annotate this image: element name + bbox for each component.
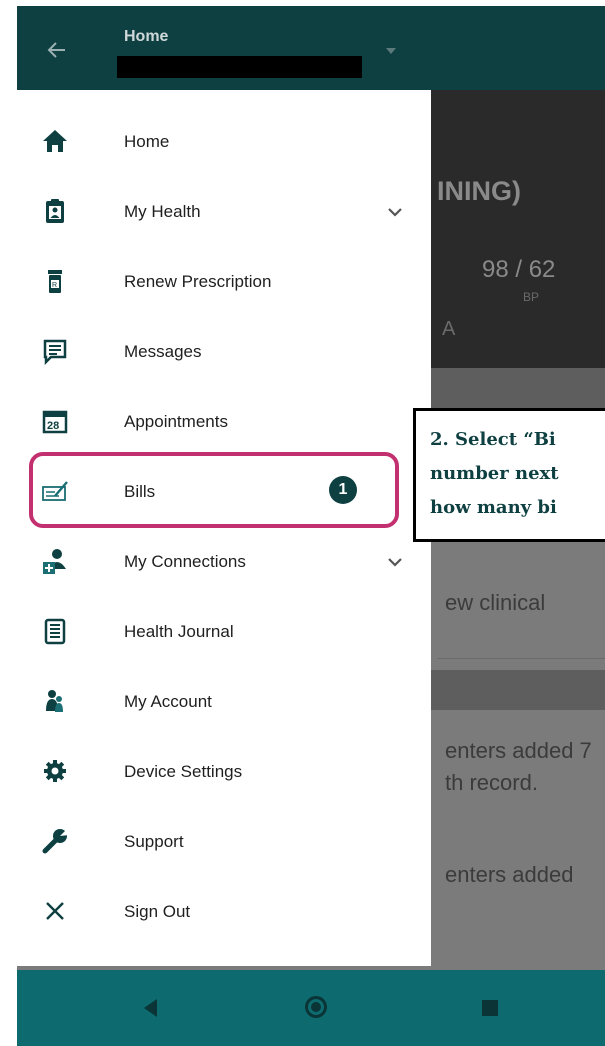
drawer-item-label: Messages	[124, 342, 202, 361]
drawer-item-messages[interactable]: Messages	[17, 320, 431, 390]
drawer-item-sign-out[interactable]: Sign Out	[17, 880, 431, 950]
clinical-text-fragment: ew clinical	[445, 590, 546, 615]
centers-text-fragment-2: enters added	[445, 862, 574, 887]
drawer-item-label: My Connections	[124, 552, 246, 571]
bp-value: 98 / 62	[482, 256, 556, 283]
drawer-item-label: Appointments	[124, 412, 228, 431]
calendar-icon: 28	[42, 410, 68, 434]
drawer-item-support[interactable]: Support	[17, 810, 431, 880]
app-bar: Home	[17, 6, 605, 90]
gear-icon	[44, 760, 66, 782]
journal-icon	[44, 618, 66, 645]
svg-text:R: R	[52, 282, 57, 289]
drawer-item-label: Device Settings	[124, 762, 243, 781]
instruction-callout: 2. Select “Bi number next how many bi	[413, 408, 605, 542]
summary-heading-fragment: INING)	[437, 176, 521, 206]
drawer-item-health-journal[interactable]: Health Journal	[17, 600, 431, 670]
card-divider	[437, 658, 605, 659]
drawer-item-my-connections[interactable]: My Connections	[17, 530, 431, 600]
connections-icon	[43, 549, 66, 574]
bills-highlight-box	[29, 452, 399, 528]
callout-line: number next	[430, 463, 559, 484]
drawer-item-home[interactable]: Home	[17, 110, 431, 180]
summary-fragment: A	[442, 318, 456, 340]
dropdown-caret-icon[interactable]	[386, 48, 396, 54]
drawer-item-label: My Account	[124, 692, 212, 711]
nav-recents-icon[interactable]	[482, 1000, 498, 1016]
record-text-fragment: th record.	[445, 770, 538, 795]
nav-back-icon[interactable]	[144, 999, 157, 1017]
app-bar-title[interactable]: Home	[124, 28, 168, 46]
message-icon	[43, 339, 67, 365]
nav-home-icon[interactable]	[305, 996, 327, 1018]
chevron-down-icon[interactable]	[387, 206, 403, 218]
close-icon	[46, 902, 64, 920]
drawer-item-label: Sign Out	[124, 902, 191, 921]
drawer-item-renew-prescription[interactable]: R Renew Prescription	[17, 250, 431, 320]
clipboard-person-icon	[46, 199, 64, 223]
back-arrow-icon[interactable]	[45, 38, 69, 62]
centers-text-fragment: enters added 7	[445, 738, 592, 763]
calendar-day: 28	[47, 420, 59, 432]
drawer-item-my-account[interactable]: My Account	[17, 670, 431, 740]
wrench-icon	[42, 827, 69, 854]
drawer-item-device-settings[interactable]: Device Settings	[17, 740, 431, 810]
drawer-item-label: Support	[124, 832, 184, 851]
phone-screen: INING) 98 / 62 BP A ew clinical enters a…	[17, 6, 605, 1046]
prescription-bottle-icon: R	[48, 270, 62, 293]
navigation-drawer: Home My Health R Renew Prescription Mess…	[17, 90, 431, 966]
drawer-item-appointments[interactable]: 28 Appointments	[17, 390, 431, 460]
bp-label: BP	[523, 290, 540, 304]
callout-line: 2. Select “Bi	[430, 429, 556, 450]
home-icon	[43, 130, 67, 152]
redacted-name	[117, 56, 362, 78]
system-nav-bar	[17, 970, 605, 1046]
chevron-down-icon[interactable]	[387, 556, 403, 568]
drawer-item-label: Home	[124, 132, 170, 151]
account-icon	[46, 690, 63, 712]
drawer-item-label: My Health	[124, 202, 201, 221]
drawer-item-label: Renew Prescription	[124, 272, 272, 291]
callout-line: how many bi	[430, 497, 557, 518]
drawer-item-label: Health Journal	[124, 622, 234, 641]
drawer-item-my-health[interactable]: My Health	[17, 180, 431, 250]
